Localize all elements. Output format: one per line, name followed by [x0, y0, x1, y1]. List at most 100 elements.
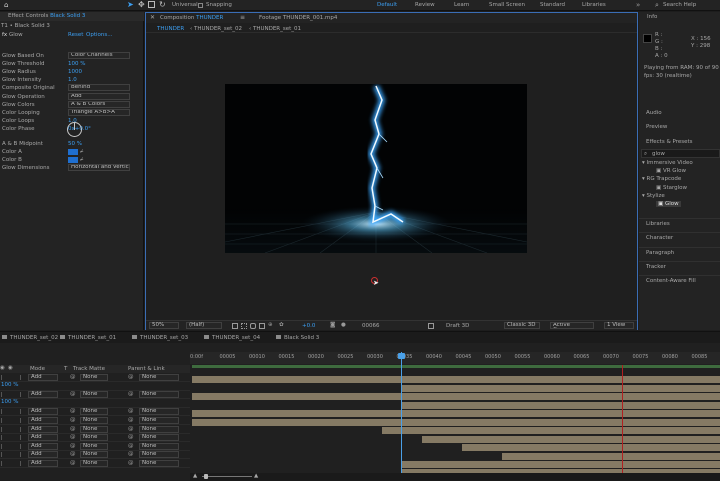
layer-duration-bar[interactable] [192, 376, 720, 383]
layer-duration-bar[interactable] [192, 393, 720, 400]
glow-prop-dropdown[interactable]: Behind [68, 84, 130, 92]
layer-duration-bar[interactable] [402, 461, 720, 468]
layer-switches[interactable] [1, 375, 21, 380]
track-matte-dropdown[interactable]: None [80, 408, 108, 416]
options-link[interactable]: Options... [86, 31, 112, 39]
workspace-libraries[interactable]: Libraries [582, 2, 606, 8]
parent-pickwhip-icon[interactable]: @ [128, 408, 134, 414]
track-matte-dropdown[interactable]: None [80, 417, 108, 424]
playhead[interactable] [401, 352, 402, 481]
timeline-tab[interactable]: Black Solid 3 [276, 335, 319, 341]
snapping-checkbox[interactable] [198, 3, 203, 8]
glow-dimensions-dropdown[interactable]: Horizontal and Vertical [68, 164, 130, 171]
layer-duration-bar[interactable] [402, 402, 720, 409]
parent-dropdown[interactable]: None [139, 434, 179, 442]
track-matte-dropdown[interactable]: None [80, 434, 108, 442]
parent-pickwhip-icon[interactable]: @ [128, 460, 134, 466]
zoom-slider[interactable] [202, 476, 252, 477]
workspace-learn[interactable]: Learn [454, 2, 469, 8]
color-b-swatch[interactable] [68, 157, 78, 163]
matte-link-icon[interactable]: @ [70, 391, 76, 397]
view-layout-dropdown[interactable]: 1 View [604, 322, 634, 329]
show-snapshot-icon[interactable]: ● [341, 322, 346, 328]
effects-tree-item[interactable]: ▣ Glow [656, 201, 681, 207]
parent-pickwhip-icon[interactable]: @ [128, 426, 134, 432]
layer-switches[interactable] [1, 426, 21, 432]
blend-mode-dropdown[interactable]: Add [28, 391, 58, 399]
parent-dropdown[interactable]: None [139, 391, 179, 399]
matte-link-icon[interactable]: @ [70, 374, 76, 380]
3d-view-dropdown[interactable]: Classic 3D [504, 322, 540, 329]
menu-icon[interactable]: ≡ [240, 14, 245, 21]
zoom-slider-handle[interactable] [204, 474, 208, 479]
layer-duration-bar[interactable] [192, 410, 720, 417]
home-icon[interactable]: ⌂ [4, 1, 8, 9]
crumb-set-02[interactable]: ‹ THUNDER_set_02 [190, 26, 242, 32]
blend-mode-dropdown[interactable]: Add [28, 442, 58, 450]
eyedropper-icon[interactable]: ⌿ [80, 148, 83, 156]
blend-mode-dropdown[interactable]: Add [28, 425, 58, 433]
panel-header[interactable]: Tracker [646, 264, 666, 270]
layer-row[interactable]: Add @ None @ None [0, 408, 190, 417]
midpoint-value[interactable]: 50 % [68, 140, 82, 148]
parent-dropdown[interactable]: None [139, 374, 179, 381]
layer-row[interactable]: Add @ None @ None [0, 374, 190, 382]
glow-prop-value[interactable]: 100 % [68, 60, 85, 68]
work-area-bar[interactable] [192, 365, 720, 368]
layer-duration-bar[interactable] [422, 436, 720, 443]
mask-icon[interactable] [250, 323, 256, 329]
matte-link-icon[interactable]: @ [70, 417, 76, 423]
composition-canvas[interactable] [225, 84, 527, 253]
panel-header[interactable]: Character [646, 235, 673, 241]
parent-dropdown[interactable]: None [139, 451, 179, 459]
glow-prop-dropdown[interactable]: A & B Colors [68, 100, 130, 108]
parent-dropdown[interactable]: None [139, 425, 179, 433]
parent-pickwhip-icon[interactable]: @ [128, 434, 134, 440]
panel-header[interactable]: Paragraph [646, 250, 674, 256]
glow-prop-value[interactable]: 1.0 [68, 76, 77, 84]
matte-link-icon[interactable]: @ [70, 408, 76, 414]
parent-pickwhip-icon[interactable]: @ [128, 374, 134, 380]
layer-duration-bar[interactable] [462, 444, 720, 451]
panel-header[interactable]: Content-Aware Fill [646, 278, 696, 284]
layer-switches[interactable] [1, 461, 21, 466]
effects-tree-item[interactable]: ▣ VR Glow [656, 168, 686, 174]
parent-pickwhip-icon[interactable]: @ [128, 451, 134, 457]
workspace-review[interactable]: Review [415, 2, 435, 8]
effects-tree-item[interactable]: ▣ Starglow [656, 185, 687, 191]
parent-dropdown[interactable]: None [139, 417, 179, 424]
track-matte-dropdown[interactable]: None [80, 460, 108, 467]
blend-mode-dropdown[interactable]: Add [28, 374, 58, 381]
preview-panel-header[interactable]: Preview [646, 124, 667, 130]
channel-icon[interactable]: ⊕ [268, 322, 273, 328]
guides-icon[interactable] [259, 323, 265, 329]
layer-switches[interactable] [1, 409, 21, 415]
reset-link[interactable]: Reset [68, 31, 83, 39]
blend-mode-dropdown[interactable]: Add [28, 460, 58, 467]
parent-pickwhip-icon[interactable]: @ [128, 417, 134, 423]
fx-icon[interactable]: fx [2, 32, 7, 38]
audio-panel-header[interactable]: Audio [646, 110, 662, 116]
workspace-standard[interactable]: Standard [540, 2, 565, 8]
search-icon[interactable]: ⌕ [655, 1, 659, 10]
mode-column[interactable]: Mode [30, 366, 45, 372]
parent-dropdown[interactable]: None [139, 408, 179, 416]
workspace-more-icon[interactable]: » [636, 1, 640, 9]
color-phase-dial[interactable] [67, 122, 82, 137]
hand-tool-icon[interactable]: ✥ [138, 0, 145, 9]
parent-pickwhip-icon[interactable]: @ [128, 391, 134, 397]
layer-duration-bar[interactable] [382, 427, 720, 434]
timeline-tab[interactable]: THUNDER_set_02 [2, 335, 58, 341]
glow-effect-header[interactable]: fx Glow Reset Options... [0, 31, 143, 39]
panel-header[interactable]: Libraries [646, 221, 670, 227]
timeline-tab[interactable]: THUNDER_set_01 [60, 335, 116, 341]
layer-duration-bar[interactable] [502, 453, 720, 460]
zoom-out-icon[interactable]: ▲ [193, 473, 197, 479]
matte-link-icon[interactable]: @ [70, 460, 76, 466]
region-icon[interactable] [232, 323, 238, 329]
parent-dropdown[interactable]: None [139, 460, 179, 467]
track-matte-dropdown[interactable]: None [80, 451, 108, 459]
glow-prop-dropdown[interactable]: Color Channels [68, 52, 130, 59]
layer-row[interactable]: Add @ None @ None [0, 391, 190, 400]
info-tab[interactable]: Info [647, 14, 657, 20]
